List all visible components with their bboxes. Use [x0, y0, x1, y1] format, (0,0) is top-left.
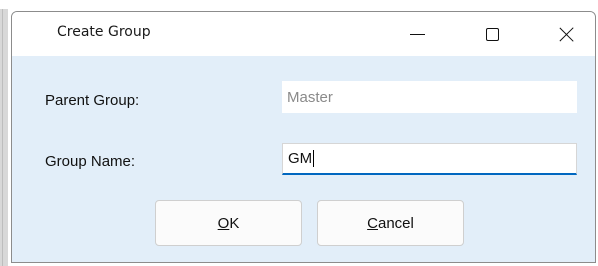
background-window-border	[2, 9, 3, 266]
title-bar[interactable]: Create Group	[12, 12, 595, 56]
parent-group-field: Master	[282, 81, 577, 113]
screen: Create Group Parent Group: Master Group …	[0, 0, 598, 266]
minimize-button[interactable]	[394, 12, 440, 56]
background-window-edge	[0, 9, 8, 266]
maximize-icon	[485, 27, 499, 41]
cancel-button[interactable]: Cancel	[317, 200, 464, 246]
group-name-input[interactable]: GM	[282, 143, 577, 175]
maximize-button[interactable]	[469, 12, 515, 56]
group-name-value: GM	[288, 150, 313, 167]
text-caret	[313, 150, 315, 167]
parent-group-label: Parent Group:	[45, 92, 140, 109]
cancel-mnemonic: C	[367, 214, 378, 232]
minimize-icon	[409, 33, 425, 35]
close-icon	[559, 26, 575, 42]
cancel-label-rest: ancel	[377, 214, 414, 232]
close-button[interactable]	[544, 12, 590, 56]
ok-label-rest: K	[229, 214, 240, 232]
parent-group-value: Master	[287, 88, 333, 106]
create-group-dialog: Create Group Parent Group: Master Group …	[11, 11, 596, 263]
ok-button[interactable]: OK	[155, 200, 302, 246]
dialog-title: Create Group	[57, 24, 151, 40]
group-name-label: Group Name:	[45, 153, 136, 170]
ok-mnemonic: O	[217, 214, 230, 232]
